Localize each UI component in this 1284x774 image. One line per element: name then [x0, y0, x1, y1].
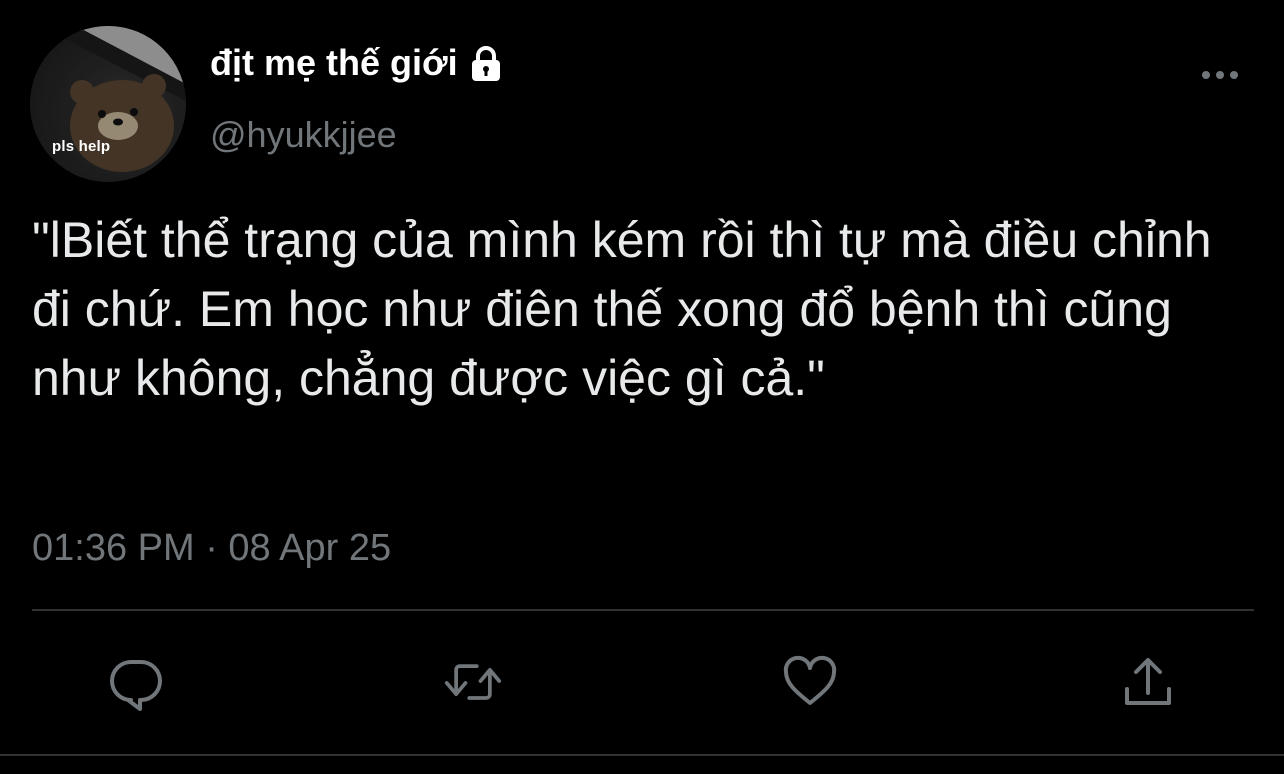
avatar[interactable]: pls help: [30, 26, 186, 182]
tweet-timestamp[interactable]: 01:36 PM · 08 Apr 25: [32, 527, 391, 570]
bottom-divider: [0, 754, 1284, 756]
share-button[interactable]: [1118, 652, 1178, 712]
retweet-button[interactable]: [443, 652, 503, 712]
display-name-text[interactable]: địt mẹ thế giới: [210, 42, 458, 84]
avatar-caption: pls help: [52, 138, 111, 155]
user-handle[interactable]: @hyukkjjee: [210, 114, 397, 156]
heart-icon: [783, 655, 837, 705]
like-button[interactable]: [780, 652, 840, 712]
display-name[interactable]: địt mẹ thế giới: [210, 42, 506, 84]
tweet-text: "lBiết thể trạng của mình kém rồi thì tự…: [32, 212, 1212, 406]
lock-icon: [471, 46, 500, 81]
share-icon: [1125, 658, 1171, 705]
more-options-icon[interactable]: [1198, 62, 1242, 88]
retweet-icon: [444, 664, 502, 700]
avatar-image: [30, 26, 186, 182]
reply-button[interactable]: [106, 652, 166, 712]
reply-icon: [110, 660, 162, 711]
tweet-card: pls help địt mẹ thế giới @hyukkjjee "lBi…: [0, 0, 1284, 774]
divider: [32, 609, 1254, 611]
